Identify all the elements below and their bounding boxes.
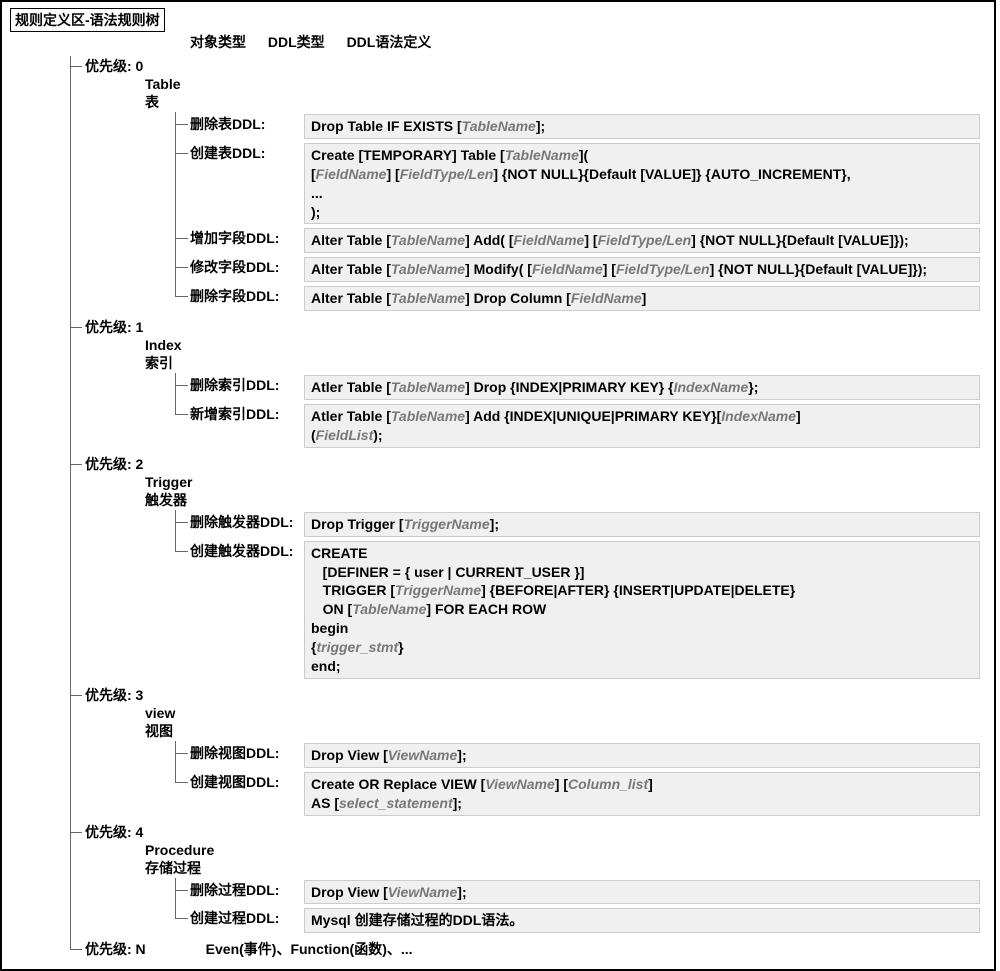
object-type-en: Index — [145, 337, 986, 353]
tree-trunk: 优先级: 0Table表删除表DDL:Drop Table IF EXISTS … — [70, 56, 986, 959]
priority-label: 优先级: N — [85, 941, 146, 957]
object-type: Index索引删除索引DDL:Atler Table [TableName] D… — [145, 337, 986, 450]
rule-syntax: Create [TEMPORARY] Table [TableName]( [F… — [304, 143, 980, 225]
rule-label: 删除字段DDL: — [190, 286, 304, 306]
rule-syntax: Alter Table [TableName] Drop Column [Fie… — [304, 286, 980, 311]
object-type: Table表删除表DDL:Drop Table IF EXISTS [Table… — [145, 76, 986, 313]
rule-label: 删除视图DDL: — [190, 743, 304, 763]
object-type-en: Procedure — [145, 842, 986, 858]
rule-item: 创建过程DDL:Mysql 创建存储过程的DDL语法。 — [176, 906, 986, 935]
object-type-en: Trigger — [145, 474, 986, 490]
object-type-en: Table — [145, 76, 986, 92]
priority-node: 优先级: 0Table表删除表DDL:Drop Table IF EXISTS … — [71, 56, 986, 313]
rule-list: 删除索引DDL:Atler Table [TableName] Drop {IN… — [175, 373, 986, 450]
rule-label: 删除表DDL: — [190, 114, 304, 134]
rule-item: 增加字段DDL:Alter Table [TableName] Add( [Fi… — [176, 226, 986, 255]
rule-syntax: Drop Table IF EXISTS [TableName]; — [304, 114, 980, 139]
object-type-cn: 存储过程 — [145, 858, 986, 878]
rule-list: 删除视图DDL:Drop View [ViewName];创建视图DDL:Cre… — [175, 741, 986, 818]
rule-item: 创建表DDL:Create [TEMPORARY] Table [TableNa… — [176, 141, 986, 227]
rule-label: 创建视图DDL: — [190, 772, 304, 792]
priority-label: 优先级: 4 — [85, 824, 143, 840]
rule-label: 修改字段DDL: — [190, 257, 304, 277]
rule-syntax: Drop Trigger [TriggerName]; — [304, 512, 980, 537]
rule-item: 删除触发器DDL:Drop Trigger [TriggerName]; — [176, 510, 986, 539]
rule-item: 删除过程DDL:Drop View [ViewName]; — [176, 878, 986, 907]
root-title: 规则定义区-语法规则树 — [10, 8, 165, 32]
rule-syntax: Atler Table [TableName] Drop {INDEX|PRIM… — [304, 375, 980, 400]
rule-item: 删除索引DDL:Atler Table [TableName] Drop {IN… — [176, 373, 986, 402]
rule-item: 删除表DDL:Drop Table IF EXISTS [TableName]; — [176, 112, 986, 141]
rule-item: 修改字段DDL:Alter Table [TableName] Modify( … — [176, 255, 986, 284]
column-headers: 对象类型 DDL类型 DDL语法定义 — [190, 32, 986, 52]
rule-label: 删除触发器DDL: — [190, 512, 304, 532]
rule-item: 新增索引DDL:Atler Table [TableName] Add {IND… — [176, 402, 986, 450]
rule-label: 删除过程DDL: — [190, 880, 304, 900]
priority-node: 优先级: 4Procedure存储过程删除过程DDL:Drop View [Vi… — [71, 822, 986, 936]
rule-label: 新增索引DDL: — [190, 404, 304, 424]
rule-list: 删除过程DDL:Drop View [ViewName];创建过程DDL:Mys… — [175, 878, 986, 936]
priority-node: 优先级: 2Trigger触发器删除触发器DDL:Drop Trigger [T… — [71, 454, 986, 681]
priority-node: 优先级: N Even(事件)、Function(函数)、... — [71, 939, 986, 959]
rule-syntax: Drop View [ViewName]; — [304, 743, 980, 768]
rule-syntax: Alter Table [TableName] Modify( [FieldNa… — [304, 257, 980, 282]
col-header-ddl: DDL类型 — [268, 34, 325, 50]
priority-node: 优先级: 1Index索引删除索引DDL:Atler Table [TableN… — [71, 317, 986, 450]
rule-syntax: Mysql 创建存储过程的DDL语法。 — [304, 908, 980, 933]
rule-label: 创建过程DDL: — [190, 908, 304, 928]
col-header-obj: 对象类型 — [190, 34, 246, 50]
object-type-cn: 表 — [145, 92, 986, 112]
object-type-cn: 视图 — [145, 721, 986, 741]
rule-syntax: Create OR Replace VIEW [ViewName] [Colum… — [304, 772, 980, 816]
object-type: view视图删除视图DDL:Drop View [ViewName];创建视图D… — [145, 705, 986, 818]
priority-label: 优先级: 3 — [85, 687, 143, 703]
object-type: Trigger触发器删除触发器DDL:Drop Trigger [Trigger… — [145, 474, 986, 681]
object-type-cn: 触发器 — [145, 490, 986, 510]
rule-item: 创建视图DDL:Create OR Replace VIEW [ViewName… — [176, 770, 986, 818]
rule-label: 删除索引DDL: — [190, 375, 304, 395]
priority-node: 优先级: 3view视图删除视图DDL:Drop View [ViewName]… — [71, 685, 986, 818]
object-type-cn: 索引 — [145, 353, 986, 373]
priority-extra: Even(事件)、Function(函数)、... — [206, 939, 413, 959]
rule-list: 删除触发器DDL:Drop Trigger [TriggerName];创建触发… — [175, 510, 986, 681]
rule-syntax: CREATE [DEFINER = { user | CURRENT_USER … — [304, 541, 980, 679]
rule-label: 增加字段DDL: — [190, 228, 304, 248]
priority-label: 优先级: 2 — [85, 456, 143, 472]
col-header-syntax: DDL语法定义 — [347, 34, 432, 50]
rule-label: 创建表DDL: — [190, 143, 304, 163]
rule-list: 删除表DDL:Drop Table IF EXISTS [TableName];… — [175, 112, 986, 313]
rule-syntax: Atler Table [TableName] Add {INDEX|UNIQU… — [304, 404, 980, 448]
rule-item: 删除字段DDL:Alter Table [TableName] Drop Col… — [176, 284, 986, 313]
rule-item: 删除视图DDL:Drop View [ViewName]; — [176, 741, 986, 770]
rule-label: 创建触发器DDL: — [190, 541, 304, 561]
priority-label: 优先级: 1 — [85, 319, 143, 335]
rule-item: 创建触发器DDL:CREATE [DEFINER = { user | CURR… — [176, 539, 986, 681]
object-type: Procedure存储过程删除过程DDL:Drop View [ViewName… — [145, 842, 986, 936]
priority-label: 优先级: 0 — [85, 58, 143, 74]
rule-syntax: Alter Table [TableName] Add( [FieldName]… — [304, 228, 980, 253]
object-type-en: view — [145, 705, 986, 721]
tree-diagram: 规则定义区-语法规则树 对象类型 DDL类型 DDL语法定义 优先级: 0Tab… — [0, 0, 996, 971]
rule-syntax: Drop View [ViewName]; — [304, 880, 980, 905]
